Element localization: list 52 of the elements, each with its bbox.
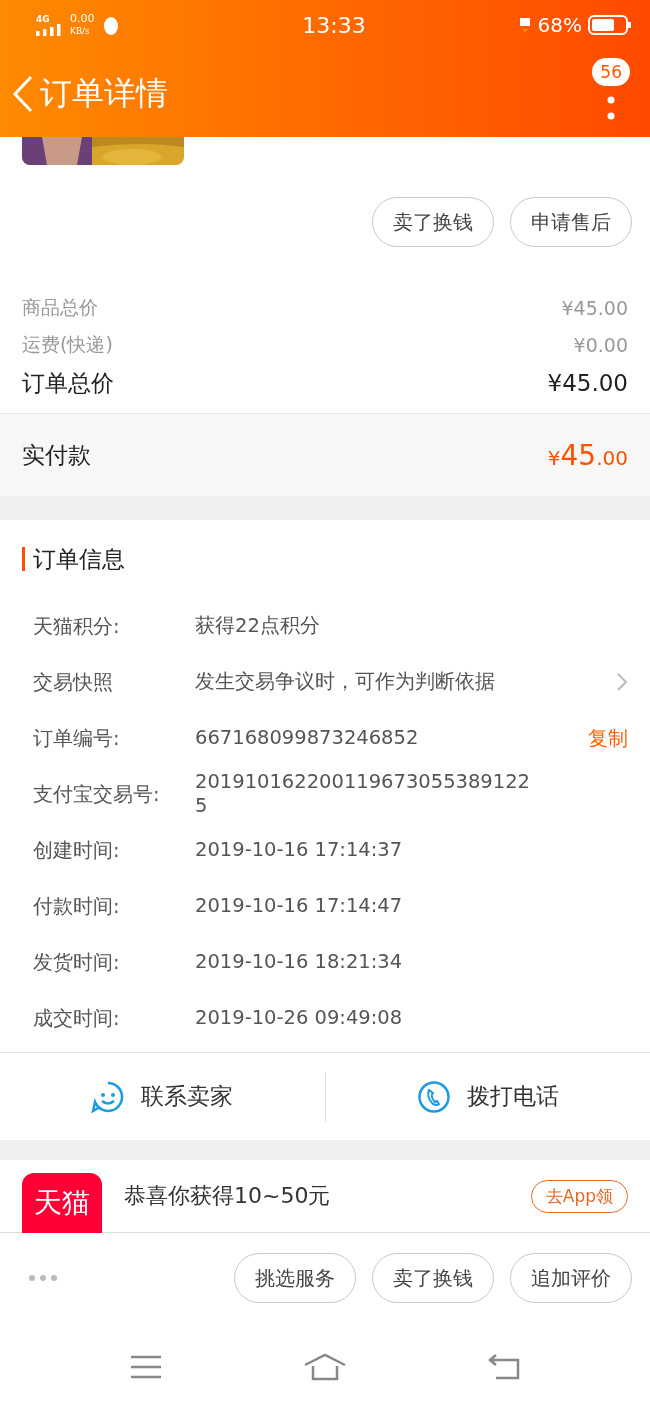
info-value: 获得22点积分 <box>195 614 321 638</box>
info-label: 订单编号: <box>33 725 121 752</box>
payment-amount: ¥45.00 <box>547 438 628 472</box>
more-icon[interactable] <box>28 1274 58 1282</box>
message-badge: 56 <box>592 57 630 86</box>
info-label: 发货时间: <box>33 949 121 976</box>
claim-button[interactable]: 去App领 <box>530 1179 628 1213</box>
info-value: 2019-10-26 09:49:08 <box>195 1006 404 1030</box>
speed-unit: KB/s <box>70 25 91 37</box>
chat-face-icon <box>91 1079 126 1114</box>
network-type: 4G <box>36 14 50 24</box>
info-label: 付款时间: <box>33 893 121 920</box>
chevron-right-icon[interactable] <box>616 672 628 692</box>
info-value: 2019101622001196730553891225 <box>195 770 530 818</box>
action-button[interactable]: 申请售后 <box>510 197 632 247</box>
info-label: 成交时间: <box>33 1005 121 1032</box>
action-button[interactable]: 挑选服务 <box>234 1253 356 1303</box>
phone-icon <box>416 1079 451 1114</box>
info-label: 天猫积分: <box>33 613 121 640</box>
section-title: 订单信息 <box>33 544 125 574</box>
menu-icon[interactable] <box>130 1355 163 1379</box>
battery-percent: 68% <box>537 13 582 37</box>
info-value: 2019-10-16 18:21:34 <box>195 950 404 974</box>
back-icon[interactable] <box>487 1354 520 1380</box>
home-icon[interactable] <box>303 1353 347 1381</box>
price-label: 订单总价 <box>22 368 114 398</box>
price-value: ¥45.00 <box>561 296 628 319</box>
clock: 13:33 <box>302 12 366 38</box>
battery-icon <box>588 15 632 35</box>
more-icon[interactable] <box>607 95 616 120</box>
price-label: 商品总价 <box>22 294 98 320</box>
action-button[interactable]: 卖了换钱 <box>372 197 494 247</box>
info-label: 创建时间: <box>33 837 121 864</box>
price-label: 运费(快递) <box>22 331 113 357</box>
network-speed: 0.00 <box>70 13 95 25</box>
tmall-logo: 天猫 <box>22 1173 102 1233</box>
info-value: 发生交易争议时，可作为判断依据 <box>195 670 496 694</box>
payment-label: 实付款 <box>22 440 91 470</box>
mobile-data-icon <box>517 16 532 34</box>
price-value: ¥0.00 <box>573 333 628 356</box>
action-button[interactable]: 追加评价 <box>510 1253 632 1303</box>
info-label: 支付宝交易号: <box>33 781 161 808</box>
price-value: ¥45.00 <box>547 370 628 396</box>
info-value: 2019-10-16 17:14:37 <box>195 838 404 862</box>
page-title: 订单详情 <box>40 72 168 114</box>
promo-text: 恭喜你获得10~50元 <box>124 1182 331 1210</box>
info-label: 交易快照 <box>33 669 114 696</box>
action-button[interactable]: 卖了换钱 <box>372 1253 494 1303</box>
info-value: 667168099873246852 <box>195 726 420 750</box>
info-value: 2019-10-16 17:14:47 <box>195 894 404 918</box>
accent-bar <box>22 547 25 571</box>
signal-icon <box>36 24 62 36</box>
